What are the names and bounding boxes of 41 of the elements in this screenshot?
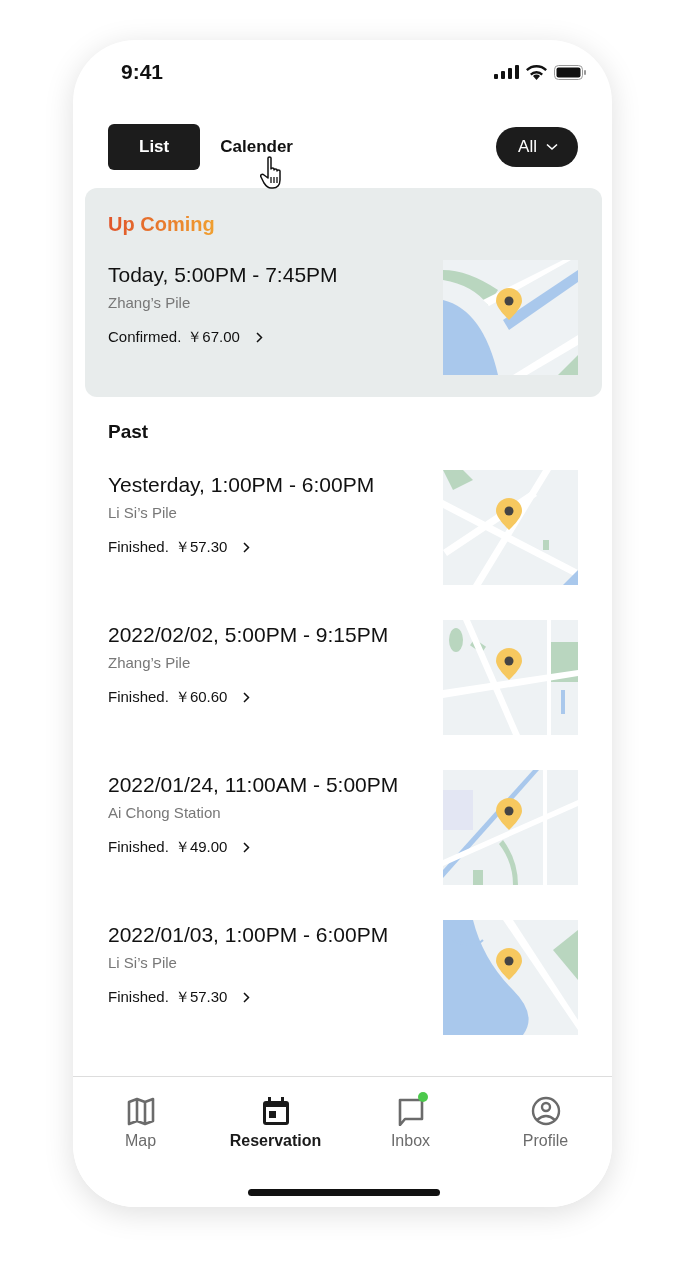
nav-tab[interactable]: Reservation [208,1096,343,1150]
reservation-status-link[interactable]: Confirmed. ￥67.00 [108,326,263,348]
section-title: Past [108,421,149,443]
reservation-status-link[interactable]: Finished. ￥57.30 [108,536,251,558]
signal-icon [494,65,519,79]
station-name: Ai Chong Station [108,803,221,823]
reservation-time: 2022/01/24, 11:00AM - 5:00PM [108,772,399,798]
chevron-right-icon [243,991,251,1003]
map-pin-icon [495,948,523,980]
calendar-icon [260,1096,291,1126]
nav-tab[interactable]: Inbox [343,1096,478,1150]
station-name: Li Si’s Pile [108,503,177,523]
station-name: Zhang’s Pile [108,653,191,673]
reservation-status-link[interactable]: Finished. ￥57.30 [108,986,251,1008]
map-pin-icon [495,498,523,530]
chevron-right-icon [243,841,251,853]
nav-tab[interactable]: Profile [478,1096,612,1150]
map-icon [125,1096,156,1126]
user-circle-icon [530,1096,561,1126]
reservation-time: Today, 5:00PM - 7:45PM [108,262,338,288]
view-tab[interactable]: List [108,124,201,170]
filter-dropdown[interactable]: All [496,127,578,167]
chevron-right-icon [243,541,251,553]
map-pin-icon [495,288,523,320]
reservation-status-link[interactable]: Finished. ￥49.00 [108,836,251,858]
map-pin-icon [495,798,523,830]
station-name: Li Si’s Pile [108,953,177,973]
chevron-right-icon [243,691,251,703]
map-pin-icon [495,648,523,680]
reservation-time: Yesterday, 1:00PM - 6:00PM [108,472,375,498]
nav-tab[interactable]: Map [73,1096,208,1150]
reservation-time: 2022/02/02, 5:00PM - 9:15PM [108,622,389,648]
reservation-status-link[interactable]: Finished. ￥60.60 [108,686,251,708]
reservation-time: 2022/01/03, 1:00PM - 6:00PM [108,922,389,948]
station-name: Zhang’s Pile [108,293,191,313]
wifi-icon [526,64,547,80]
battery-icon [554,64,586,80]
chevron-right-icon [255,331,263,343]
chevron-down-icon [546,143,558,151]
status-time: 9:41 [121,60,164,84]
view-tab[interactable]: Calender [220,124,293,170]
